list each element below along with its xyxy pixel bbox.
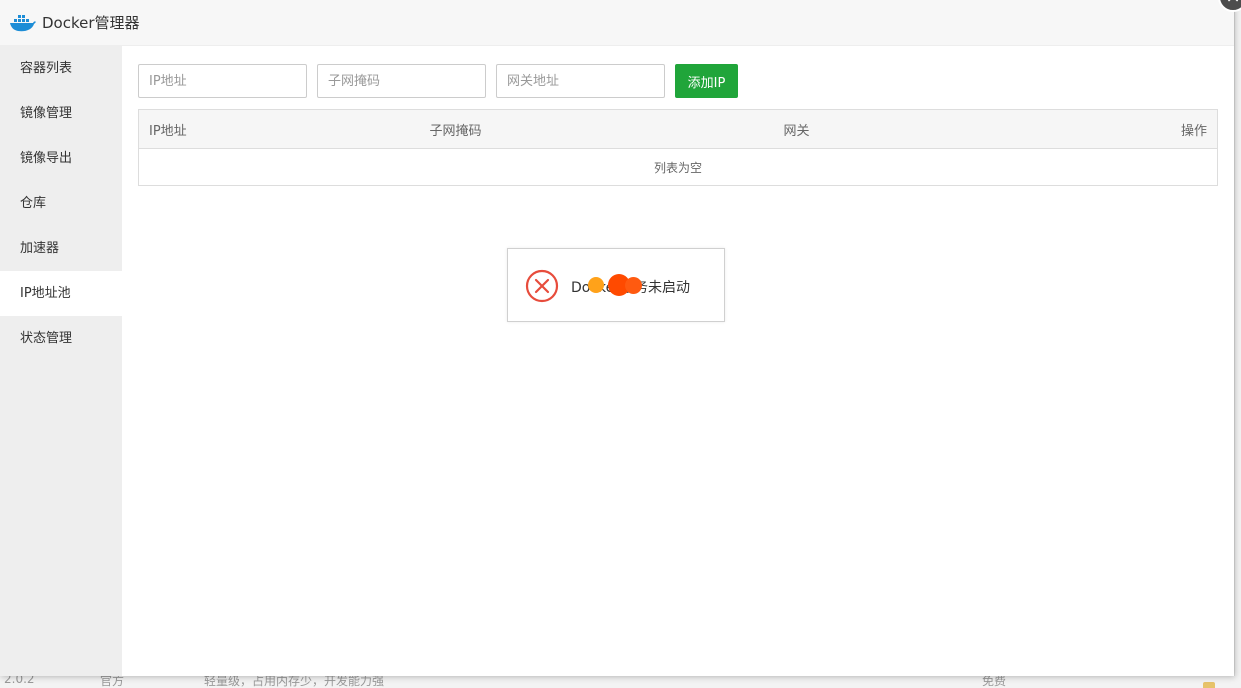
subnet-mask-input[interactable]	[317, 64, 486, 98]
dialog-title: Docker管理器	[42, 14, 140, 32]
sidebar-item-images[interactable]: 镜像管理	[0, 91, 122, 136]
sidebar: 容器列表 镜像管理 镜像导出 仓库 加速器 IP地址池 状态管理	[0, 46, 122, 676]
sidebar-item-ip-pool[interactable]: IP地址池	[0, 271, 122, 316]
add-ip-button[interactable]: 添加IP	[675, 64, 738, 98]
table-row: 列表为空	[139, 149, 1218, 186]
docker-manager-dialog: Docker管理器 × 容器列表 镜像管理 镜像导出 仓库 加速器 IP地址池 …	[0, 0, 1241, 676]
sidebar-item-accelerator[interactable]: 加速器	[0, 226, 122, 271]
sidebar-item-registry[interactable]: 仓库	[0, 181, 122, 226]
empty-list-text: 列表为空	[653, 160, 702, 175]
background-badge	[1203, 682, 1215, 688]
column-header-ip: IP地址	[138, 109, 420, 149]
column-header-gateway: 网关	[773, 109, 1034, 149]
background-cell: 2.0.2	[4, 676, 35, 686]
ip-address-input[interactable]	[138, 64, 307, 98]
background-cell: 免费	[982, 676, 1007, 688]
background-page-row: 2.0.2 官方 轻量级，占用内存少，开发能力强 免费	[0, 676, 1241, 688]
dialog-title-bar[interactable]: Docker管理器	[0, 0, 1234, 46]
sidebar-item-containers[interactable]: 容器列表	[0, 46, 122, 91]
error-toast: Docker服务未启动	[507, 248, 725, 322]
sidebar-item-image-export[interactable]: 镜像导出	[0, 136, 122, 181]
table-header-row: IP地址 子网掩码 网关 操作	[138, 109, 1218, 149]
add-ip-form: 添加IP	[138, 64, 738, 98]
background-cell: 官方	[100, 676, 125, 688]
column-header-actions: 操作	[1033, 109, 1218, 149]
redaction-mark	[588, 277, 604, 293]
error-circle-icon	[525, 269, 559, 303]
gateway-input[interactable]	[496, 64, 665, 98]
redaction-mark	[625, 277, 642, 294]
main-content: 添加IP IP地址 子网掩码 网关 操作 列表为空	[122, 46, 1234, 676]
background-cell: 轻量级，占用内存少，开发能力强	[204, 676, 385, 688]
background-page-edge	[1234, 0, 1241, 688]
docker-logo-icon	[10, 14, 36, 31]
ip-pool-table: IP地址 子网掩码 网关 操作 列表为空	[138, 109, 1218, 186]
column-header-mask: 子网掩码	[419, 109, 774, 149]
sidebar-item-status[interactable]: 状态管理	[0, 316, 122, 361]
